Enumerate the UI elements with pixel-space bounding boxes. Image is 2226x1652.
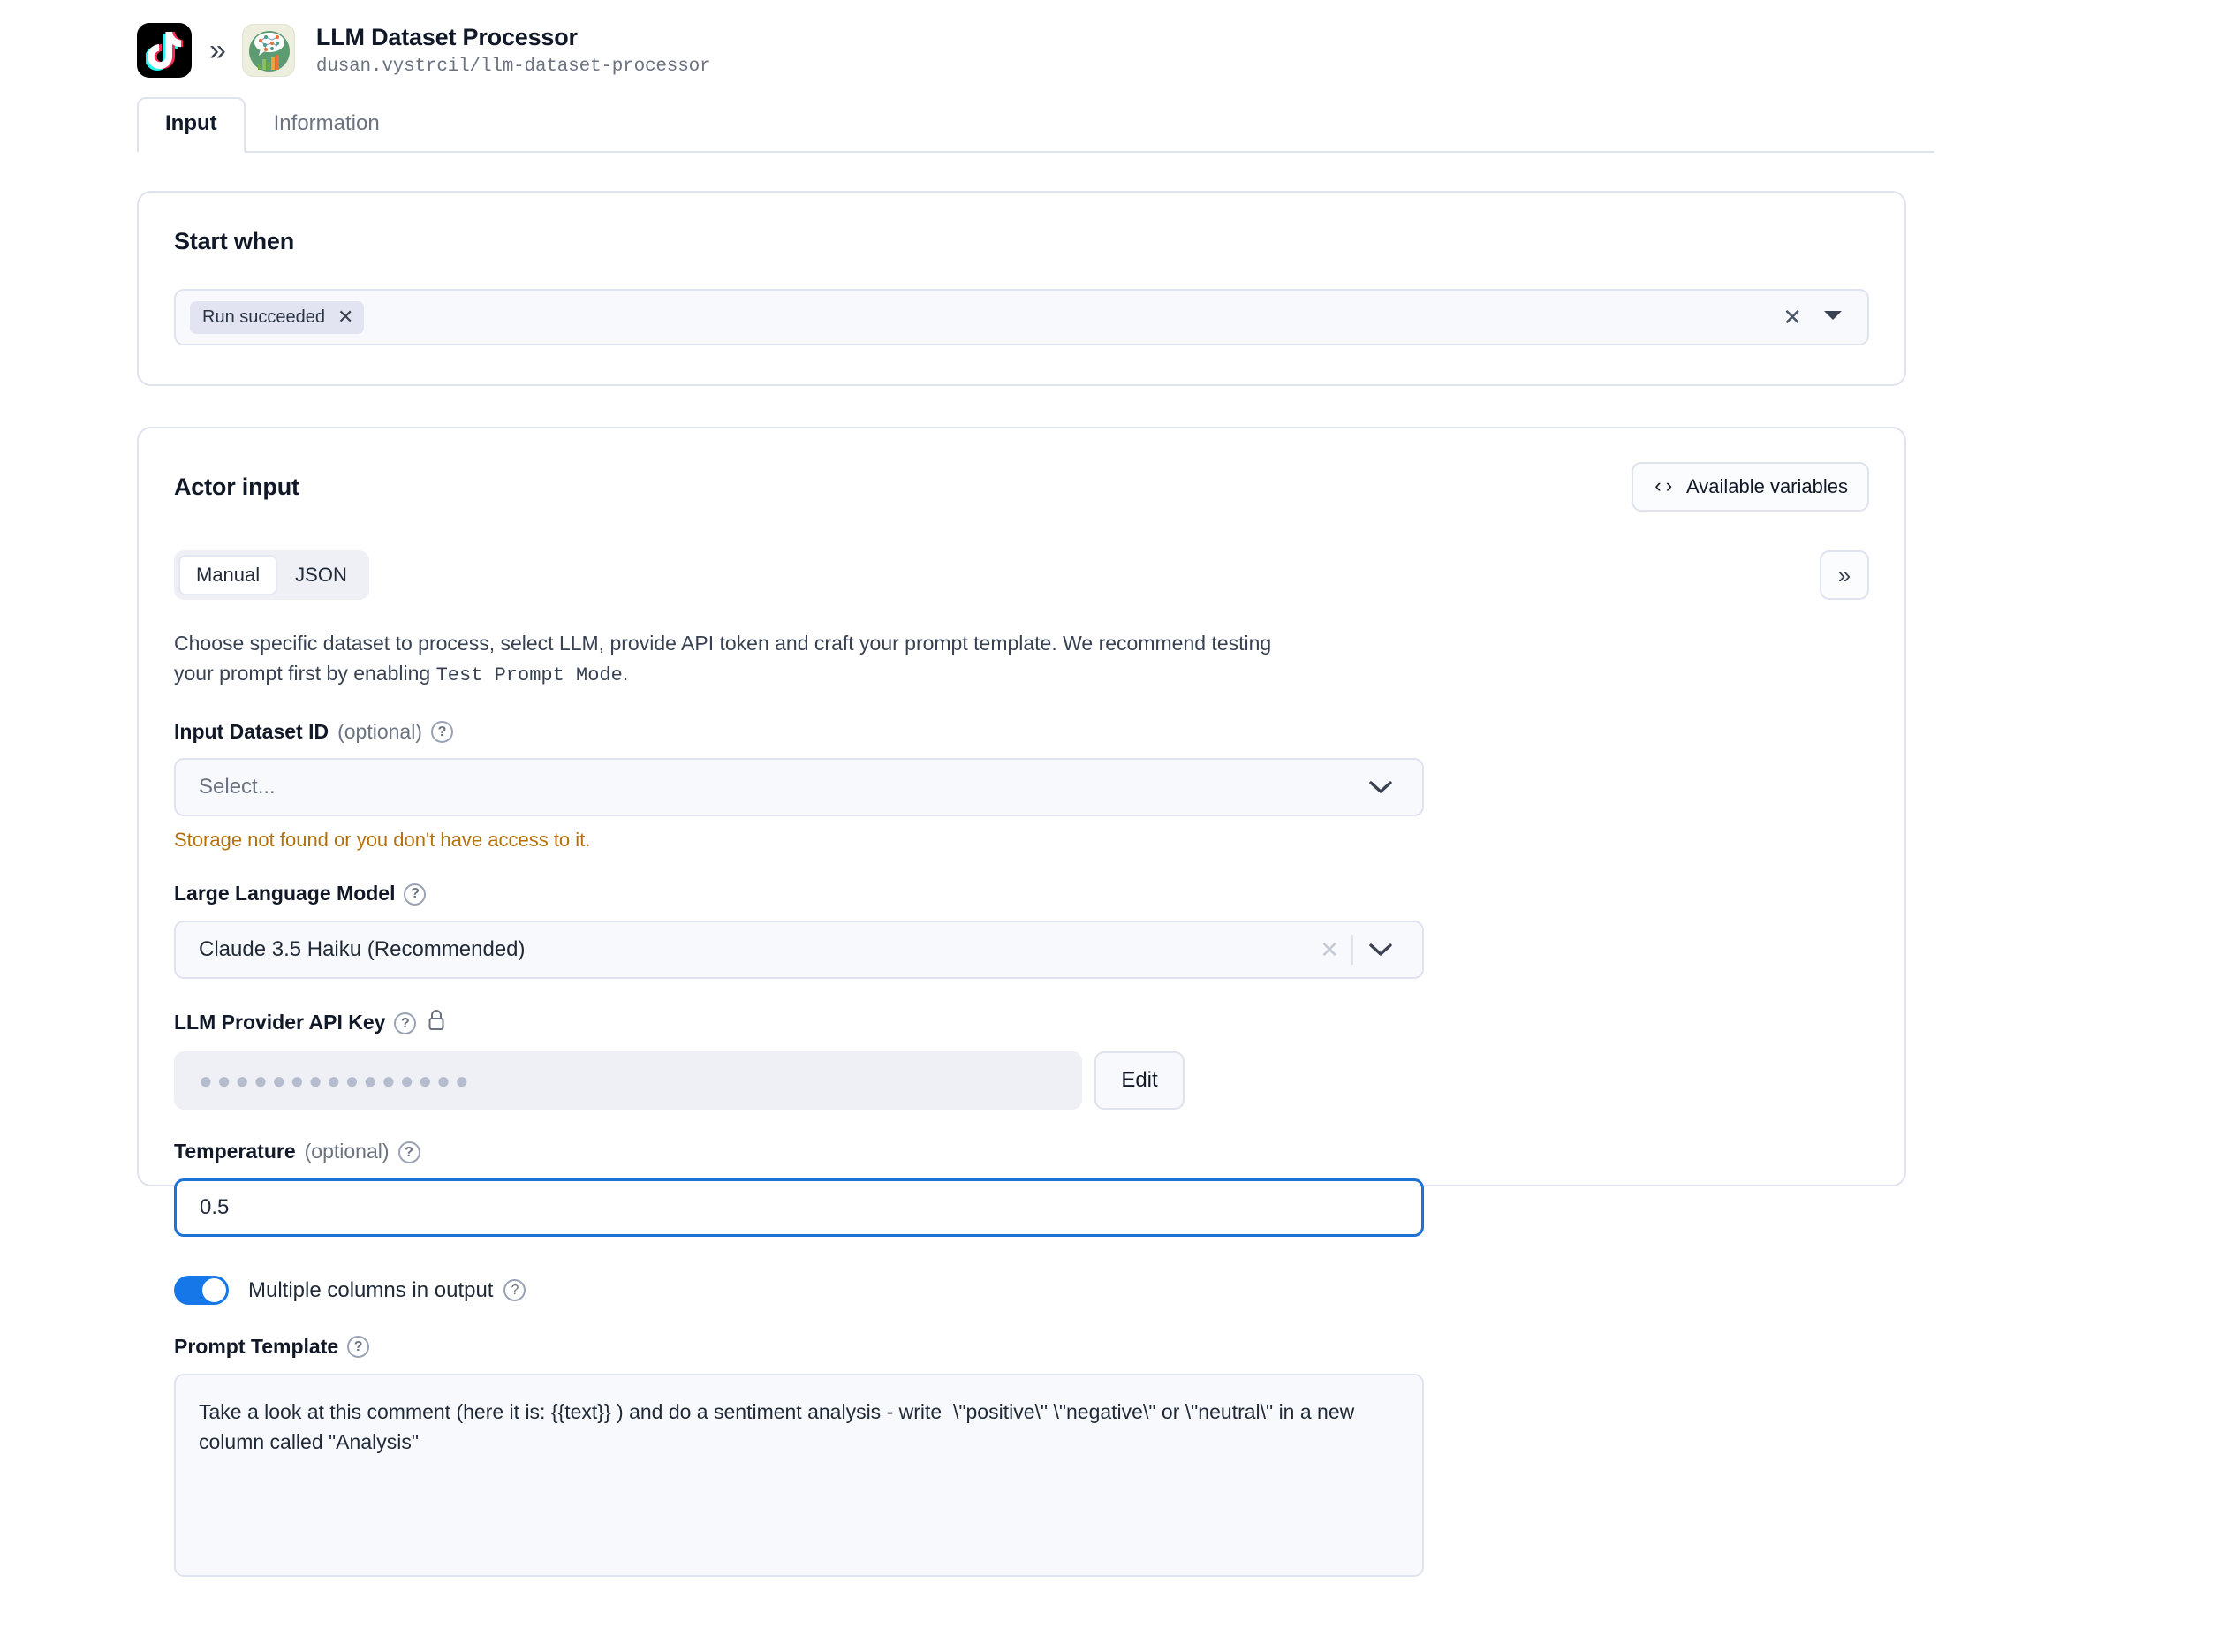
caret-down-icon[interactable] (1818, 309, 1857, 326)
llm-provider-api-key-field: ●●●●●●●●●●●●●●● (174, 1051, 1082, 1110)
label-text: Large Language Model (174, 882, 395, 906)
chevron-double-right-icon[interactable]: » (1820, 550, 1869, 600)
description-text-2: . (623, 662, 628, 685)
description-code: Test Prompt Mode (436, 664, 623, 686)
field-large-language-model: Large Language Model ? Claude 3.5 Haiku … (174, 882, 1424, 979)
temperature-value: 0.5 (200, 1195, 1407, 1220)
llm-provider-api-key-row: ●●●●●●●●●●●●●●● Edit (174, 1051, 1424, 1110)
actor-input-card: Actor input ‹› Available variables Manua… (137, 427, 1906, 1186)
tab-bar: Input Information (137, 98, 1934, 153)
start-when-title: Start when (174, 228, 1869, 255)
lock-icon (427, 1009, 446, 1038)
label-text: LLM Provider API Key (174, 1011, 385, 1035)
multiple-columns-toggle[interactable] (174, 1276, 229, 1305)
editor-mode-switch[interactable]: Manual JSON (174, 550, 369, 600)
description-text-1: Choose specific dataset to process, sele… (174, 632, 1271, 684)
chevron-down-icon[interactable] (1353, 943, 1408, 957)
question-circle-icon[interactable]: ? (398, 1141, 420, 1163)
close-icon[interactable]: ✕ (337, 307, 353, 327)
tab-input[interactable]: Input (137, 97, 246, 153)
large-language-model-label: Large Language Model ? (174, 882, 1424, 906)
start-when-combobox[interactable]: Run succeeded ✕ ✕ (174, 289, 1869, 345)
actor-title-block: LLM Dataset Processor dusan.vystrcil/llm… (316, 23, 710, 77)
field-input-dataset-id: Input Dataset ID (optional) ? Select... … (174, 720, 1424, 853)
optional-tag: (optional) (337, 720, 422, 745)
multiple-columns-row: Multiple columns in output ? (174, 1276, 1869, 1305)
label-text: Input Dataset ID (174, 720, 329, 745)
trigger-chip[interactable]: Run succeeded ✕ (190, 301, 364, 334)
label-text: Multiple columns in output (248, 1278, 493, 1303)
edit-api-key-button[interactable]: Edit (1094, 1051, 1185, 1110)
actor-slug: dusan.vystrcil/llm-dataset-processor (316, 57, 710, 77)
actor-input-title: Actor input (174, 474, 299, 501)
large-language-model-value: Claude 3.5 Haiku (Recommended) (199, 937, 1307, 962)
tab-information[interactable]: Information (246, 97, 408, 153)
question-circle-icon[interactable]: ? (431, 721, 453, 743)
app-page: » (0, 0, 2226, 1652)
code-brackets-icon: ‹› (1653, 476, 1674, 498)
page-title: LLM Dataset Processor (316, 23, 710, 51)
editor-mode-json[interactable]: JSON (277, 555, 365, 595)
page-header: » (0, 0, 2226, 84)
actor-input-header: Actor input ‹› Available variables (174, 462, 1869, 512)
breadcrumb-separator-icon: » (209, 35, 226, 65)
input-dataset-id-error: Storage not found or you don't have acce… (174, 829, 1424, 852)
clear-icon[interactable]: ✕ (1767, 306, 1818, 329)
prompt-template-label: Prompt Template ? (174, 1335, 1424, 1360)
chevron-down-icon[interactable] (1353, 780, 1408, 794)
question-circle-icon[interactable]: ? (504, 1279, 526, 1301)
toggle-knob (202, 1278, 226, 1302)
input-dataset-id-select[interactable]: Select... (174, 758, 1424, 816)
llm-provider-api-key-label: LLM Provider API Key ? (174, 1009, 1424, 1038)
optional-tag: (optional) (305, 1140, 390, 1164)
field-temperature: Temperature (optional) ? 0.5 (174, 1140, 1424, 1237)
temperature-label: Temperature (optional) ? (174, 1140, 1424, 1164)
editor-mode-manual[interactable]: Manual (178, 555, 277, 595)
trigger-chip-label: Run succeeded (202, 307, 325, 328)
llm-dataset-processor-icon (242, 24, 295, 77)
label-text: Temperature (174, 1140, 296, 1164)
question-circle-icon[interactable]: ? (404, 883, 426, 906)
question-circle-icon[interactable]: ? (394, 1012, 416, 1034)
multiple-columns-label: Multiple columns in output ? (248, 1278, 526, 1303)
temperature-input[interactable]: 0.5 (174, 1178, 1424, 1237)
actor-input-description: Choose specific dataset to process, sele… (174, 629, 1314, 689)
label-text: Prompt Template (174, 1335, 338, 1360)
clear-icon[interactable]: ✕ (1307, 938, 1352, 961)
large-language-model-select[interactable]: Claude 3.5 Haiku (Recommended) ✕ (174, 921, 1424, 979)
available-variables-label: Available variables (1686, 475, 1848, 498)
tiktok-icon (137, 23, 192, 78)
field-llm-provider-api-key: LLM Provider API Key ? ●●●●●●●●●●●●●●● E… (174, 1009, 1424, 1110)
start-when-card: Start when Run succeeded ✕ ✕ (137, 191, 1906, 386)
editor-mode-row: Manual JSON » (174, 550, 1869, 600)
available-variables-button[interactable]: ‹› Available variables (1632, 462, 1869, 512)
prompt-template-textarea[interactable]: Take a look at this comment (here it is:… (174, 1374, 1424, 1577)
field-prompt-template: Prompt Template ? Take a look at this co… (174, 1335, 1424, 1577)
question-circle-icon[interactable]: ? (347, 1336, 369, 1358)
input-dataset-id-placeholder: Select... (199, 775, 1353, 799)
input-dataset-id-label: Input Dataset ID (optional) ? (174, 720, 1424, 745)
